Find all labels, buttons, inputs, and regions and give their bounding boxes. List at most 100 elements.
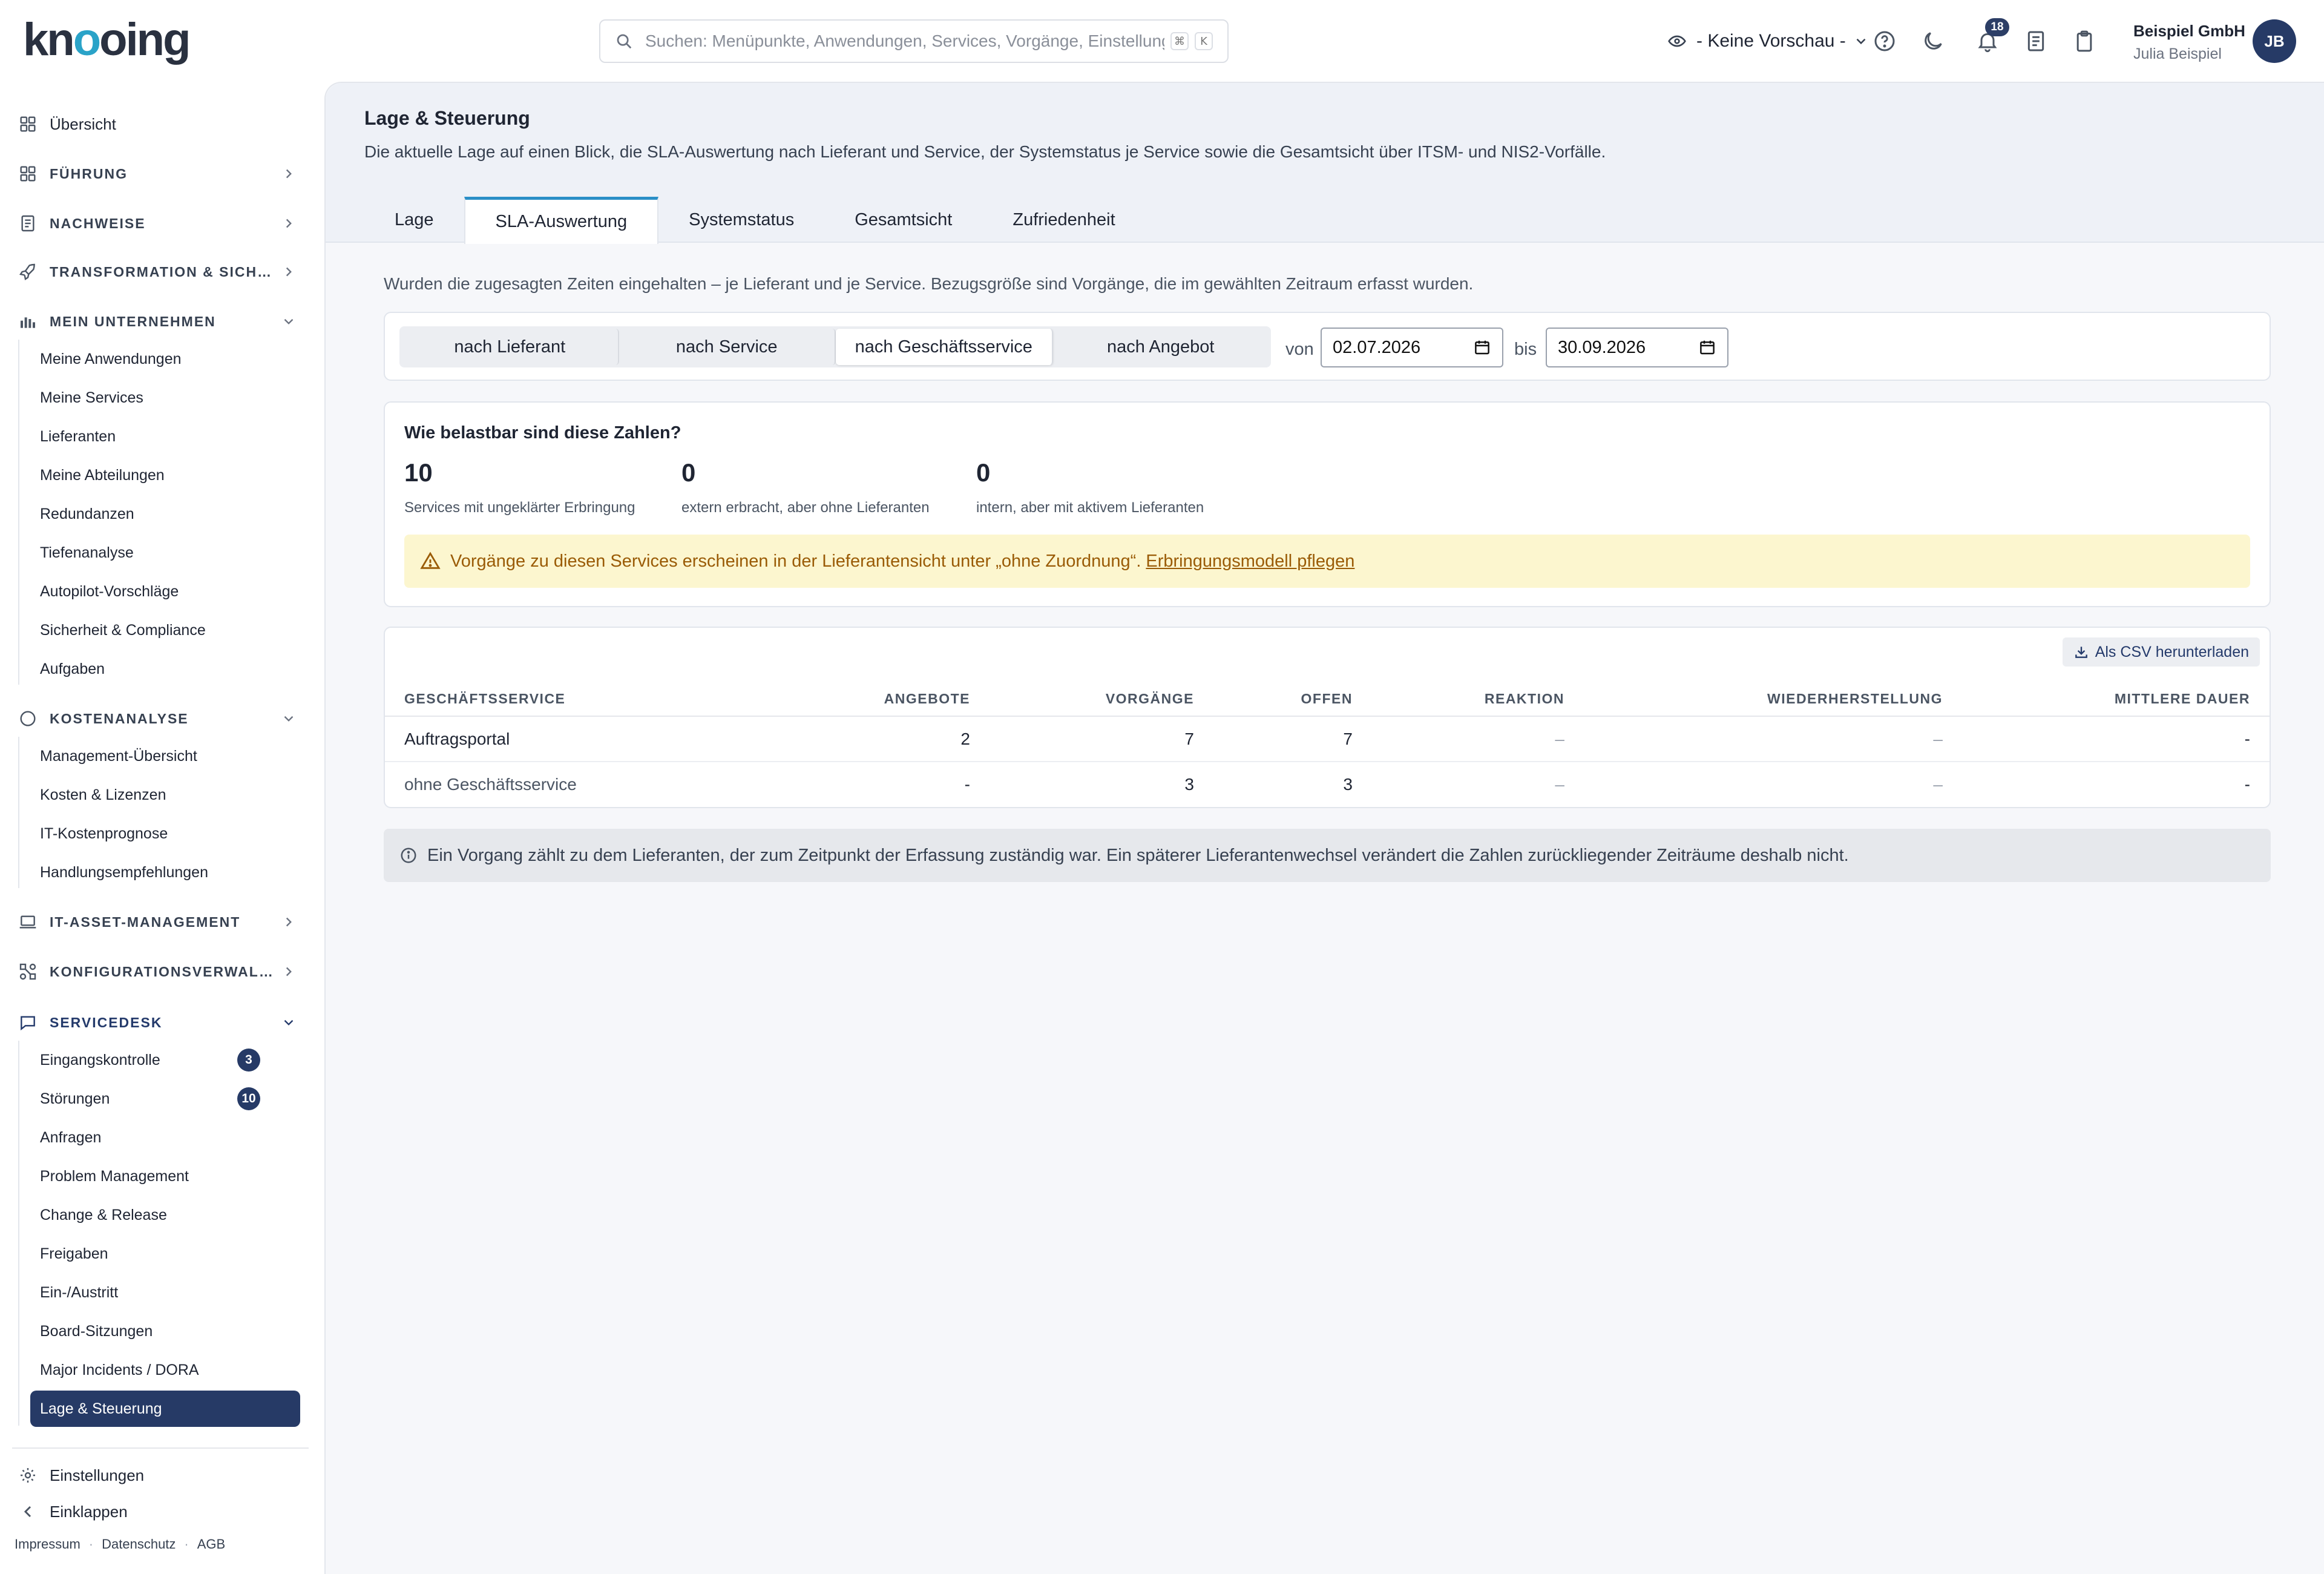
tab-gesamtsicht[interactable]: Gesamtsicht xyxy=(824,197,982,243)
sidebar-item-lage-steuerung[interactable]: Lage & Steuerung xyxy=(30,1391,300,1427)
count-badge: 10 xyxy=(237,1087,260,1110)
help-icon[interactable] xyxy=(1873,29,1897,53)
sidebar-collapse-button[interactable]: Einklappen xyxy=(18,1493,297,1530)
col-mittlere-dauer[interactable]: MITTLERE DAUER xyxy=(1962,682,2270,717)
erbringungsmodell-link[interactable]: Erbringungsmodell pflegen xyxy=(1146,552,1354,571)
chevron-right-icon xyxy=(286,267,292,277)
col-offen[interactable]: OFFEN xyxy=(1213,682,1372,717)
sidebar-item-change[interactable]: Change & Release xyxy=(30,1197,300,1233)
segment-geschaeftsservice[interactable]: nach Geschäftsservice xyxy=(836,329,1053,365)
col-wiederherstellung[interactable]: WIEDERHERSTELLUNG xyxy=(1584,682,1962,717)
segment-angebot[interactable]: nach Angebot xyxy=(1053,329,1269,365)
csv-download-button[interactable]: Als CSV herunterladen xyxy=(2062,637,2260,667)
tab-sla-auswertung[interactable]: SLA-Auswertung xyxy=(464,197,659,244)
sidebar-item-management[interactable]: Management-Übersicht xyxy=(30,738,300,774)
sidebar-item-kosten-lizenzen[interactable]: Kosten & Lizenzen xyxy=(30,777,300,813)
segment-service[interactable]: nach Service xyxy=(619,329,836,365)
sidebar-section-transformation[interactable]: TRANSFORMATION & SICH… xyxy=(18,254,297,290)
chat-icon xyxy=(21,1016,35,1031)
calendar-icon[interactable] xyxy=(1473,338,1491,357)
warning-icon xyxy=(420,552,441,569)
avatar[interactable]: JB xyxy=(2253,19,2296,63)
sidebar-item-settings[interactable]: Einstellungen xyxy=(18,1457,297,1493)
warning-banner: Vorgänge zu diesen Services erscheinen i… xyxy=(404,535,2250,588)
tab-zufriedenheit[interactable]: Zufriedenheit xyxy=(982,197,1145,243)
sidebar-item-lieferanten[interactable]: Lieferanten xyxy=(30,418,300,455)
account-info[interactable]: Beispiel GmbH Julia Beispiel xyxy=(2133,22,2245,63)
sidebar-item-board[interactable]: Board-Sitzungen xyxy=(30,1313,300,1349)
search-input[interactable]: Suchen: Menüpunkte, Anwendungen, Service… xyxy=(599,19,1229,63)
sidebar-section-fuehrung[interactable]: FÜHRUNG xyxy=(18,156,297,192)
tab-bar: Lage SLA-Auswertung Systemstatus Gesamts… xyxy=(364,197,1146,244)
reliability-card: Wie belastbar sind diese Zahlen? 10 Serv… xyxy=(384,401,2271,607)
document-icon[interactable] xyxy=(2024,29,2048,53)
from-label: von xyxy=(1285,340,1314,359)
sidebar-section-kosten[interactable]: KOSTENANALYSE xyxy=(18,700,297,737)
sidebar-item-problem[interactable]: Problem Management xyxy=(30,1158,300,1194)
sidebar-item-eingangskontrolle[interactable]: Eingangskontrolle 3 xyxy=(30,1042,300,1078)
preview-select[interactable]: - Keine Vorschau - xyxy=(1667,27,1879,56)
to-label: bis xyxy=(1514,340,1537,359)
kbd-cmd: ⌘ xyxy=(1170,32,1189,50)
tab-lage[interactable]: Lage xyxy=(364,197,464,243)
sidebar-section-nachweise[interactable]: NACHWEISE xyxy=(18,205,297,242)
sidebar-item-freigaben[interactable]: Freigaben xyxy=(30,1236,300,1272)
main-content: Lage & Steuerung Die aktuelle Lage auf e… xyxy=(324,82,2324,1574)
footer-links: Impressum · Datenschutz · AGB xyxy=(15,1536,226,1552)
table-row[interactable]: ohne Geschäftsservice - 3 3 – – - xyxy=(385,762,2270,807)
sidebar-section-itam[interactable]: IT-ASSET-MANAGEMENT xyxy=(18,904,297,940)
download-icon xyxy=(2075,647,2087,658)
sidebar-section-konfiguration[interactable]: KONFIGURATIONSVERWAL… xyxy=(18,953,297,990)
sidebar-item-major-incidents[interactable]: Major Incidents / DORA xyxy=(30,1352,300,1388)
sidebar-item-sicherheit[interactable]: Sicherheit & Compliance xyxy=(30,612,300,648)
col-geschaeftsservice[interactable]: GESCHÄFTSSERVICE xyxy=(385,682,799,717)
table-header-row: GESCHÄFTSSERVICE ANGEBOTE VORGÄNGE OFFEN… xyxy=(385,682,2270,717)
eye-icon xyxy=(1668,35,1686,47)
preview-label: - Keine Vorschau - xyxy=(1696,31,1846,51)
nodes-icon xyxy=(19,963,36,980)
sidebar-item-autopilot[interactable]: Autopilot-Vorschläge xyxy=(30,573,300,610)
knooing-logo[interactable]: knooing xyxy=(23,13,191,66)
sidebar-item-stoerungen[interactable]: Störungen 10 xyxy=(30,1081,300,1117)
sidebar-section-unternehmen[interactable]: MEIN UNTERNEHMEN xyxy=(18,303,297,340)
calendar-icon[interactable] xyxy=(1698,338,1716,357)
segment-lieferant[interactable]: nach Lieferant xyxy=(402,329,619,365)
col-angebote[interactable]: ANGEBOTE xyxy=(799,682,990,717)
sidebar-item-aufgaben[interactable]: Aufgaben xyxy=(30,651,300,687)
bar-chart-icon xyxy=(21,317,35,328)
col-reaktion[interactable]: REAKTION xyxy=(1372,682,1584,717)
sidebar-item-overview[interactable]: Übersicht xyxy=(18,106,297,142)
agb-link[interactable]: AGB xyxy=(197,1536,225,1552)
file-list-icon xyxy=(21,215,34,232)
sidebar-section-servicedesk[interactable]: SERVICEDESK xyxy=(18,1004,297,1041)
sidebar-item-anwendungen[interactable]: Meine Anwendungen xyxy=(30,341,300,377)
from-date-input[interactable]: 02.07.2026 xyxy=(1321,328,1503,367)
sidebar-item-ein-austritt[interactable]: Ein-/Austritt xyxy=(30,1274,300,1311)
info-icon xyxy=(401,848,416,863)
tab-systemstatus[interactable]: Systemstatus xyxy=(658,197,824,243)
search-icon xyxy=(617,34,632,49)
chevron-right-icon xyxy=(286,917,292,927)
laptop-icon xyxy=(19,915,36,929)
chevron-down-icon xyxy=(284,716,294,722)
theme-toggle-icon[interactable] xyxy=(1921,29,1945,53)
top-header: knooing Suchen: Menüpunkte, Anwendungen,… xyxy=(0,0,2324,82)
sidebar-item-prognose[interactable]: IT-Kostenprognose xyxy=(30,815,300,852)
chevron-down-icon xyxy=(284,318,294,324)
sidebar-item-tiefenanalyse[interactable]: Tiefenanalyse xyxy=(30,535,300,571)
impressum-link[interactable]: Impressum xyxy=(15,1536,80,1552)
search-placeholder: Suchen: Menüpunkte, Anwendungen, Service… xyxy=(645,31,1164,50)
sidebar-item-empfehlungen[interactable]: Handlungsempfehlungen xyxy=(30,854,300,891)
grid-icon xyxy=(20,116,36,132)
col-vorgaenge[interactable]: VORGÄNGE xyxy=(990,682,1213,717)
datenschutz-link[interactable]: Datenschutz xyxy=(102,1536,176,1552)
to-date-input[interactable]: 30.09.2026 xyxy=(1546,328,1728,367)
sidebar-item-anfragen[interactable]: Anfragen xyxy=(30,1119,300,1156)
table-row[interactable]: Auftragsportal 2 7 7 – – - xyxy=(385,716,2270,762)
page-title: Lage & Steuerung xyxy=(364,107,530,129)
sidebar-item-abteilungen[interactable]: Meine Abteilungen xyxy=(30,457,300,493)
clipboard-icon[interactable] xyxy=(2072,29,2096,53)
sidebar-item-redundanzen[interactable]: Redundanzen xyxy=(30,496,300,532)
circle-icon xyxy=(20,711,36,726)
sidebar-item-services[interactable]: Meine Services xyxy=(30,380,300,416)
